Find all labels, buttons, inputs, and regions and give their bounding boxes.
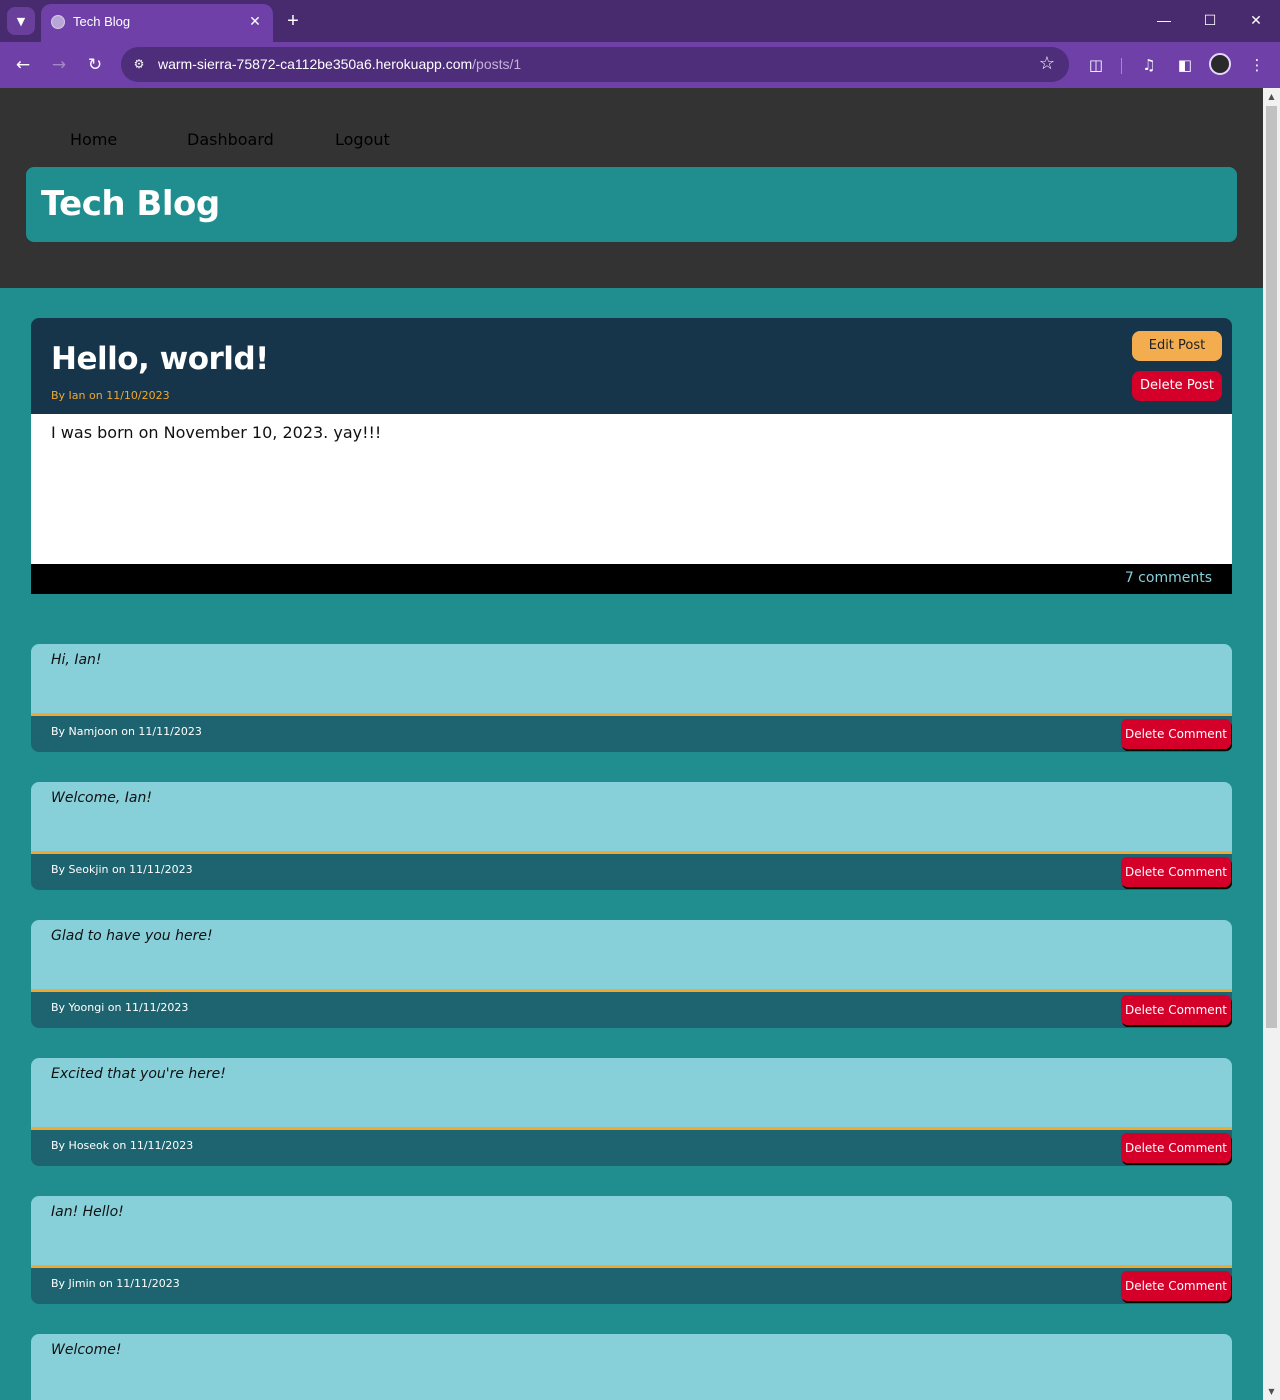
url-path: /posts/1 <box>472 56 522 72</box>
page-scrollbar[interactable]: ▲ ▼ <box>1263 88 1280 1400</box>
comment-card: Welcome! <box>31 1334 1232 1400</box>
minimize-button[interactable]: — <box>1141 4 1187 36</box>
site-header: Home Dashboard Logout Tech Blog <box>0 88 1263 288</box>
tab-strip: ▼ Tech Blog ✕ + — ☐ ✕ <box>0 0 1280 42</box>
comment-footer: By Namjoon on 11/11/2023 Delete Comment <box>31 716 1232 752</box>
delete-post-button[interactable]: Delete Post <box>1132 371 1222 401</box>
menu-kebab-icon[interactable]: ⋮ <box>1244 52 1270 78</box>
comment-body: Welcome, Ian! <box>31 782 1232 854</box>
post-content: I was born on November 10, 2023. yay!!! <box>51 423 382 442</box>
post-title: Hello, world! <box>51 341 269 377</box>
chevron-down-icon: ▼ <box>16 14 26 28</box>
close-window-button[interactable]: ✕ <box>1233 4 1279 36</box>
comment-text: Ian! Hello! <box>51 1204 124 1220</box>
comment-text: Glad to have you here! <box>51 928 213 944</box>
comment-card: Hi, Ian! By Namjoon on 11/11/2023 Delete… <box>31 644 1232 752</box>
scroll-down-arrow-icon[interactable]: ▼ <box>1263 1383 1280 1400</box>
nav-link-dashboard[interactable]: Dashboard <box>187 130 274 149</box>
maximize-button[interactable]: ☐ <box>1187 4 1233 36</box>
comment-footer: By Hoseok on 11/11/2023 Delete Comment <box>31 1130 1232 1166</box>
comment-meta: By Seokjin on 11/11/2023 <box>51 863 193 876</box>
comment-body: Hi, Ian! <box>31 644 1232 716</box>
globe-icon <box>51 15 65 29</box>
post-footer: 7 comments <box>31 564 1232 594</box>
nav-link-home[interactable]: Home <box>70 130 117 149</box>
side-panel-icon[interactable]: ◧ <box>1172 52 1198 78</box>
reload-button[interactable]: ↻ <box>80 50 110 80</box>
comment-footer: By Jimin on 11/11/2023 Delete Comment <box>31 1268 1232 1304</box>
edit-post-button[interactable]: Edit Post <box>1132 331 1222 361</box>
post-card: Hello, world! By Ian on 11/10/2023 Edit … <box>31 318 1232 594</box>
comment-meta: By Namjoon on 11/11/2023 <box>51 725 202 738</box>
comment-body: Glad to have you here! <box>31 920 1232 992</box>
comment-count: 7 comments <box>1124 570 1212 586</box>
comment-text: Excited that you're here! <box>51 1066 226 1082</box>
comment-body: Welcome! <box>31 1334 1232 1400</box>
site-info-icon[interactable]: ⚙ <box>130 55 148 73</box>
profile-avatar[interactable] <box>1209 53 1231 75</box>
comment-body: Excited that you're here! <box>31 1058 1232 1130</box>
toolbar-divider <box>1121 58 1122 74</box>
tab-title: Tech Blog <box>73 14 131 29</box>
delete-comment-button[interactable]: Delete Comment <box>1121 1133 1231 1163</box>
bookmark-star-icon[interactable]: ☆ <box>1039 53 1055 74</box>
post-meta: By Ian on 11/10/2023 <box>51 389 170 402</box>
url-host: warm-sierra-75872-ca112be350a6.herokuapp… <box>158 56 473 72</box>
media-control-icon[interactable]: ♫ <box>1136 52 1162 78</box>
comment-card: Excited that you're here! By Hoseok on 1… <box>31 1058 1232 1166</box>
comment-text: Welcome, Ian! <box>51 790 152 806</box>
page-viewport: Home Dashboard Logout Tech Blog Hello, w… <box>0 88 1263 1400</box>
post-header: Hello, world! By Ian on 11/10/2023 Edit … <box>31 318 1232 414</box>
scroll-up-arrow-icon[interactable]: ▲ <box>1263 88 1280 105</box>
delete-comment-button[interactable]: Delete Comment <box>1121 1271 1231 1301</box>
comment-footer: By Seokjin on 11/11/2023 Delete Comment <box>31 854 1232 890</box>
comment-card: Welcome, Ian! By Seokjin on 11/11/2023 D… <box>31 782 1232 890</box>
site-banner: Tech Blog <box>26 167 1237 242</box>
site-title: Tech Blog <box>41 184 220 224</box>
close-icon[interactable]: ✕ <box>245 12 265 32</box>
comment-meta: By Jimin on 11/11/2023 <box>51 1277 180 1290</box>
comment-text: Welcome! <box>51 1342 122 1358</box>
extensions-icon[interactable]: ◫ <box>1083 52 1109 78</box>
active-tab[interactable]: Tech Blog ✕ <box>41 4 273 42</box>
forward-button[interactable]: → <box>44 50 74 80</box>
browser-toolbar: ← → ↻ ⚙ warm-sierra-75872-ca112be350a6.h… <box>0 42 1280 88</box>
tab-search-button[interactable]: ▼ <box>7 7 35 35</box>
comment-card: Ian! Hello! By Jimin on 11/11/2023 Delet… <box>31 1196 1232 1304</box>
back-button[interactable]: ← <box>8 50 38 80</box>
delete-comment-button[interactable]: Delete Comment <box>1121 995 1231 1025</box>
scroll-thumb[interactable] <box>1266 106 1277 1028</box>
comment-footer: By Yoongi on 11/11/2023 Delete Comment <box>31 992 1232 1028</box>
post-body: I was born on November 10, 2023. yay!!! <box>31 414 1232 564</box>
comment-meta: By Yoongi on 11/11/2023 <box>51 1001 189 1014</box>
comment-text: Hi, Ian! <box>51 652 102 668</box>
comment-card: Glad to have you here! By Yoongi on 11/1… <box>31 920 1232 1028</box>
new-tab-button[interactable]: + <box>280 8 306 34</box>
nav-link-logout[interactable]: Logout <box>335 130 390 149</box>
delete-comment-button[interactable]: Delete Comment <box>1121 719 1231 749</box>
address-bar[interactable]: ⚙ warm-sierra-75872-ca112be350a6.herokua… <box>121 47 1069 82</box>
url-text[interactable]: warm-sierra-75872-ca112be350a6.herokuapp… <box>158 56 521 72</box>
comment-meta: By Hoseok on 11/11/2023 <box>51 1139 194 1152</box>
comment-body: Ian! Hello! <box>31 1196 1232 1268</box>
delete-comment-button[interactable]: Delete Comment <box>1121 857 1231 887</box>
